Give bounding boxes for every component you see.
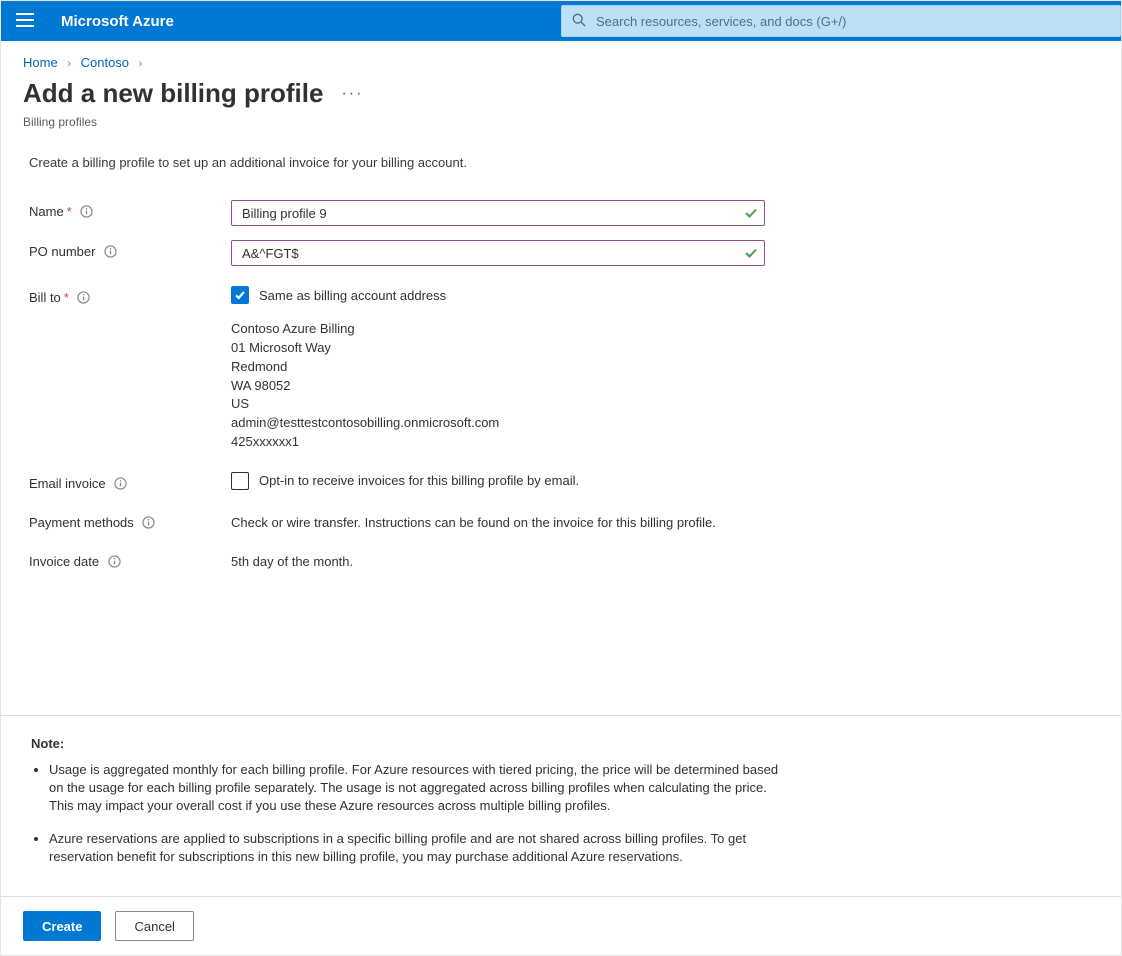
breadcrumb: Home › Contoso ›	[1, 41, 1121, 74]
footer-actions: Create Cancel	[1, 896, 1121, 955]
po-number-label: PO number	[29, 244, 95, 259]
billing-address-block: Contoso Azure Billing 01 Microsoft Way R…	[231, 320, 765, 452]
address-name: Contoso Azure Billing	[231, 320, 765, 339]
info-icon[interactable]	[80, 205, 94, 219]
intro-text: Create a billing profile to set up an ad…	[29, 155, 1093, 170]
note-item: Azure reservations are applied to subscr…	[49, 830, 794, 866]
breadcrumb-contoso[interactable]: Contoso	[81, 55, 129, 70]
more-actions-button[interactable]: ···	[341, 85, 363, 103]
same-as-billing-checkbox[interactable]	[231, 286, 249, 304]
note-panel: Note: Usage is aggregated monthly for ea…	[1, 715, 1121, 896]
page-title: Add a new billing profile	[23, 78, 323, 109]
same-as-billing-label: Same as billing account address	[259, 288, 446, 303]
create-button[interactable]: Create	[23, 911, 101, 941]
invoice-date-label: Invoice date	[29, 554, 99, 569]
email-invoice-label: Email invoice	[29, 476, 106, 491]
search-icon	[572, 13, 594, 30]
required-marker: *	[67, 204, 72, 219]
breadcrumb-home[interactable]: Home	[23, 55, 58, 70]
name-input-wrap	[231, 200, 765, 226]
cancel-button[interactable]: Cancel	[115, 911, 193, 941]
address-email: admin@testtestcontosobilling.onmicrosoft…	[231, 414, 765, 433]
search-input[interactable]	[594, 6, 1110, 36]
chevron-right-icon: ›	[139, 58, 143, 70]
bill-to-label: Bill to	[29, 290, 61, 305]
info-icon[interactable]	[142, 515, 156, 529]
brand-label: Microsoft Azure	[49, 13, 174, 30]
name-input[interactable]	[240, 205, 736, 222]
payment-methods-value: Check or wire transfer. Instructions can…	[231, 511, 765, 530]
address-city: Redmond	[231, 358, 765, 377]
required-marker: *	[64, 290, 69, 305]
address-region-postal: WA 98052	[231, 377, 765, 396]
info-icon[interactable]	[77, 291, 91, 305]
po-number-input[interactable]	[240, 245, 736, 262]
info-icon[interactable]	[103, 245, 117, 259]
payment-methods-label: Payment methods	[29, 515, 134, 530]
name-label: Name	[29, 204, 64, 219]
note-title: Note:	[31, 736, 1091, 751]
info-icon[interactable]	[114, 476, 128, 490]
address-country: US	[231, 395, 765, 414]
invoice-date-value: 5th day of the month.	[231, 550, 765, 569]
hamburger-menu-button[interactable]	[1, 1, 49, 41]
note-item: Usage is aggregated monthly for each bil…	[49, 761, 794, 816]
page-subtitle: Billing profiles	[1, 115, 1121, 133]
azure-topbar: Microsoft Azure	[1, 1, 1121, 41]
chevron-right-icon: ›	[67, 58, 71, 70]
po-number-input-wrap	[231, 240, 765, 266]
valid-icon	[744, 206, 758, 220]
info-icon[interactable]	[107, 554, 121, 568]
hamburger-icon	[16, 11, 34, 32]
email-invoice-checkbox[interactable]	[231, 472, 249, 490]
address-phone: 425xxxxxx1	[231, 433, 765, 452]
global-search[interactable]	[561, 5, 1121, 37]
valid-icon	[744, 246, 758, 260]
address-street: 01 Microsoft Way	[231, 339, 765, 358]
email-invoice-checkbox-label: Opt-in to receive invoices for this bill…	[259, 473, 579, 488]
